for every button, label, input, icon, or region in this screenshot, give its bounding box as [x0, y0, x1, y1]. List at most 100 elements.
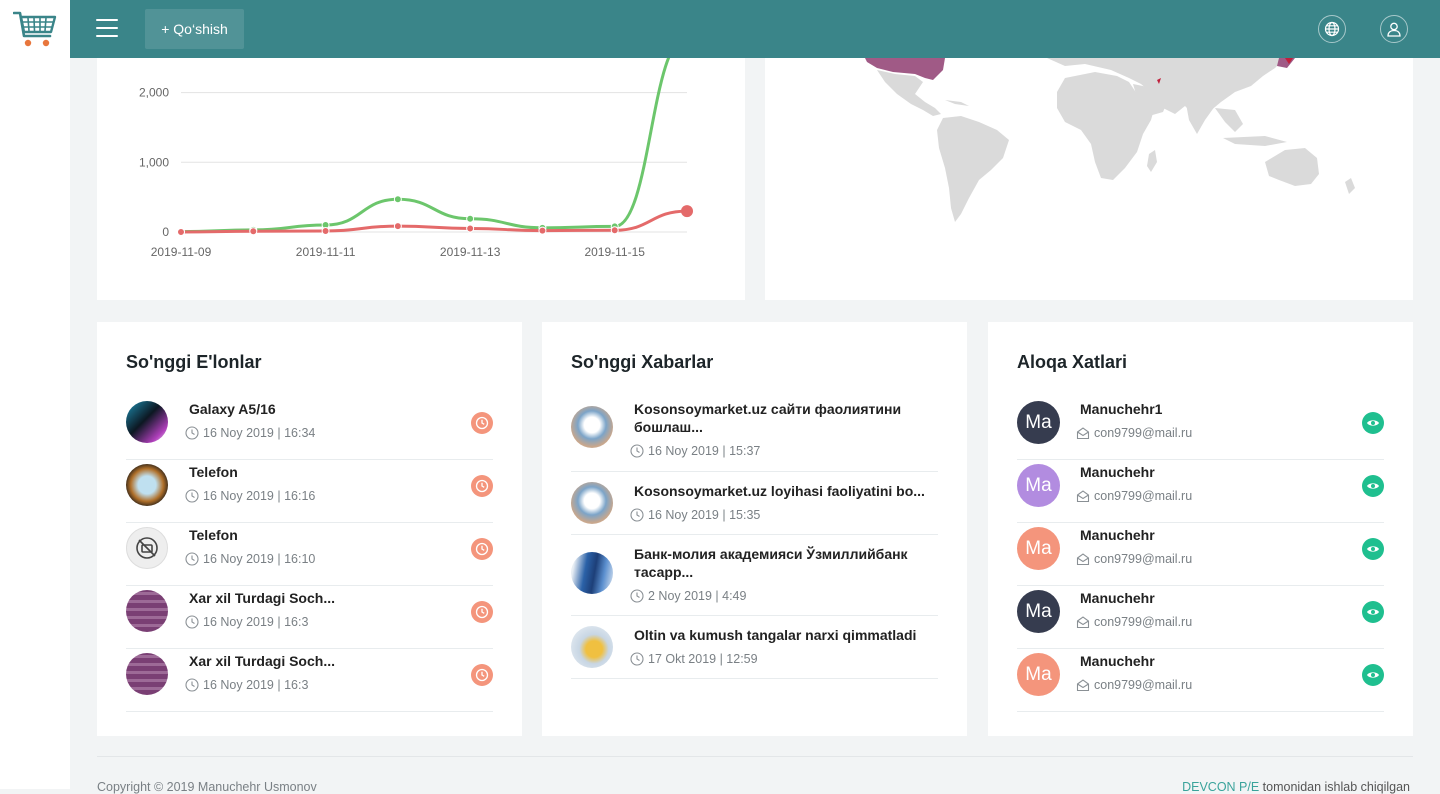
news-date: 2 Noy 2019 | 4:49 [630, 589, 746, 603]
eye-view-button[interactable] [1362, 412, 1384, 434]
stats-line-chart: 0 1,000 2,000 2019-11-09 2019-11-11 2019-11-… [139, 30, 693, 259]
news-date: 16 Noy 2019 | 15:37 [630, 444, 760, 458]
clock-icon [185, 426, 199, 440]
news-list: Kosonsoymarket.uz сайти фаолиятини бошла… [571, 397, 938, 679]
clock-action-button[interactable] [471, 475, 493, 497]
ad-date: 16 Noy 2019 | 16:10 [185, 552, 315, 566]
list-item[interactable]: Банк-молия академияси Ўзмиллийбанк тасар… [571, 535, 938, 616]
ad-title: Galaxy A5/16 [189, 401, 276, 417]
ad-title: Telefon [189, 464, 238, 480]
list-item[interactable]: Telefon 16 Noy 2019 | 16:10 [126, 523, 493, 586]
envelope-open-icon [1076, 616, 1090, 629]
news-thumbnail [571, 482, 613, 524]
contact-name: Manuchehr [1080, 590, 1155, 606]
clock-action-button[interactable] [471, 412, 493, 434]
news-title: Oltin va kumush tangalar narxi qimmatlad… [634, 627, 917, 643]
list-item[interactable]: Ma Manuchehr con9799@mail.ru [1017, 460, 1384, 523]
data-point [393, 195, 402, 204]
x-tick-label: 2019-11-15 [584, 245, 645, 259]
data-point [538, 226, 547, 235]
map-se-asia [1215, 108, 1243, 132]
avatar: Ma [1017, 464, 1060, 507]
contact-email: con9799@mail.ru [1076, 678, 1192, 692]
ad-date: 16 Noy 2019 | 16:16 [185, 489, 315, 503]
clock-action-button[interactable] [471, 538, 493, 560]
globe-icon[interactable] [1318, 15, 1346, 43]
news-title: Kosonsoymarket.uz loyihasi faoliyatini b… [634, 483, 925, 499]
contact-messages-card: Aloqa Xatlari Ma Manuchehr1 con9799@mail… [988, 322, 1413, 736]
contact-email: con9799@mail.ru [1076, 552, 1192, 566]
map-south-america [937, 116, 1009, 222]
footer-divider [97, 756, 1413, 757]
data-point [249, 227, 258, 236]
clock-icon [630, 444, 644, 458]
sidebar [0, 0, 70, 789]
list-item[interactable]: Oltin va kumush tangalar narxi qimmatlad… [571, 616, 938, 679]
news-date: 16 Noy 2019 | 15:35 [630, 508, 760, 522]
contact-email: con9799@mail.ru [1076, 615, 1192, 629]
clock-icon [185, 615, 199, 629]
latest-news-title: So'nggi Xabarlar [571, 352, 714, 372]
footer-brand-link[interactable]: DEVCON P/E [1182, 780, 1259, 794]
eye-view-button[interactable] [1362, 664, 1384, 686]
y-tick-label: 2,000 [139, 86, 169, 100]
map-caribbean [945, 100, 969, 106]
map-madagascar [1147, 150, 1157, 172]
menu-toggle-icon[interactable] [96, 19, 118, 37]
data-point [321, 226, 330, 235]
avatar: Ma [1017, 401, 1060, 444]
data-point [466, 214, 475, 223]
user-icon[interactable] [1380, 15, 1408, 43]
eye-view-button[interactable] [1362, 475, 1384, 497]
map-india [1185, 96, 1215, 134]
ads-list: Galaxy A5/16 16 Noy 2019 | 16:34 Telefon… [126, 397, 493, 712]
clock-action-button[interactable] [471, 601, 493, 623]
map-indonesia [1223, 136, 1287, 146]
list-item[interactable]: Ma Manuchehr1 con9799@mail.ru [1017, 397, 1384, 460]
y-tick-label: 1,000 [139, 155, 169, 169]
y-tick-label: 0 [162, 225, 169, 239]
news-thumbnail [571, 406, 613, 448]
latest-ads-title: So'nggi E'lonlar [126, 352, 262, 372]
list-item[interactable]: Telefon 16 Noy 2019 | 16:16 [126, 460, 493, 523]
envelope-open-icon [1076, 427, 1090, 440]
envelope-open-icon [1076, 679, 1090, 692]
list-item[interactable]: Kosonsoymarket.uz сайти фаолиятини бошла… [571, 397, 938, 472]
contact-name: Manuchehr1 [1080, 401, 1163, 417]
add-button[interactable]: + Qo‘shish [145, 9, 244, 49]
no-image-icon [126, 527, 168, 569]
list-item[interactable]: Ma Manuchehr con9799@mail.ru [1017, 586, 1384, 649]
x-tick-label: 2019-11-13 [440, 245, 501, 259]
shopping-cart-logo[interactable] [13, 10, 57, 50]
list-item[interactable]: Ma Manuchehr con9799@mail.ru [1017, 649, 1384, 712]
eye-view-button[interactable] [1362, 601, 1384, 623]
avatar: Ma [1017, 653, 1060, 696]
contact-messages-title: Aloqa Xatlari [1017, 352, 1128, 372]
world-map [865, 58, 1355, 222]
list-item[interactable]: Xar xil Turdagi Soch... 16 Noy 2019 | 16… [126, 586, 493, 649]
ad-thumbnail [126, 464, 168, 506]
contact-email: con9799@mail.ru [1076, 426, 1192, 440]
clock-action-button[interactable] [471, 664, 493, 686]
news-date: 17 Okt 2019 | 12:59 [630, 652, 758, 666]
footer-copyright: Copyright © 2019 Manuchehr Usmonov [97, 780, 317, 794]
contact-name: Manuchehr [1080, 527, 1155, 543]
clock-icon [185, 678, 199, 692]
contact-name: Manuchehr [1080, 653, 1155, 669]
list-item[interactable]: Ma Manuchehr con9799@mail.ru [1017, 523, 1384, 586]
ad-thumbnail [126, 401, 168, 443]
ad-thumbnail [126, 590, 168, 632]
data-point [466, 224, 475, 233]
list-item[interactable]: Galaxy A5/16 16 Noy 2019 | 16:34 [126, 397, 493, 460]
list-item[interactable]: Xar xil Turdagi Soch... 16 Noy 2019 | 16… [126, 649, 493, 712]
ad-date: 16 Noy 2019 | 16:3 [185, 678, 308, 692]
clock-icon [630, 508, 644, 522]
latest-news-card: So'nggi Xabarlar Kosonsoymarket.uz сайти… [542, 322, 967, 736]
list-item[interactable]: Kosonsoymarket.uz loyihasi faoliyatini b… [571, 472, 938, 535]
eye-view-button[interactable] [1362, 538, 1384, 560]
news-thumbnail [571, 626, 613, 668]
clock-icon [185, 552, 199, 566]
ad-title: Xar xil Turdagi Soch... [189, 653, 335, 669]
ad-title: Telefon [189, 527, 238, 543]
contact-email: con9799@mail.ru [1076, 489, 1192, 503]
